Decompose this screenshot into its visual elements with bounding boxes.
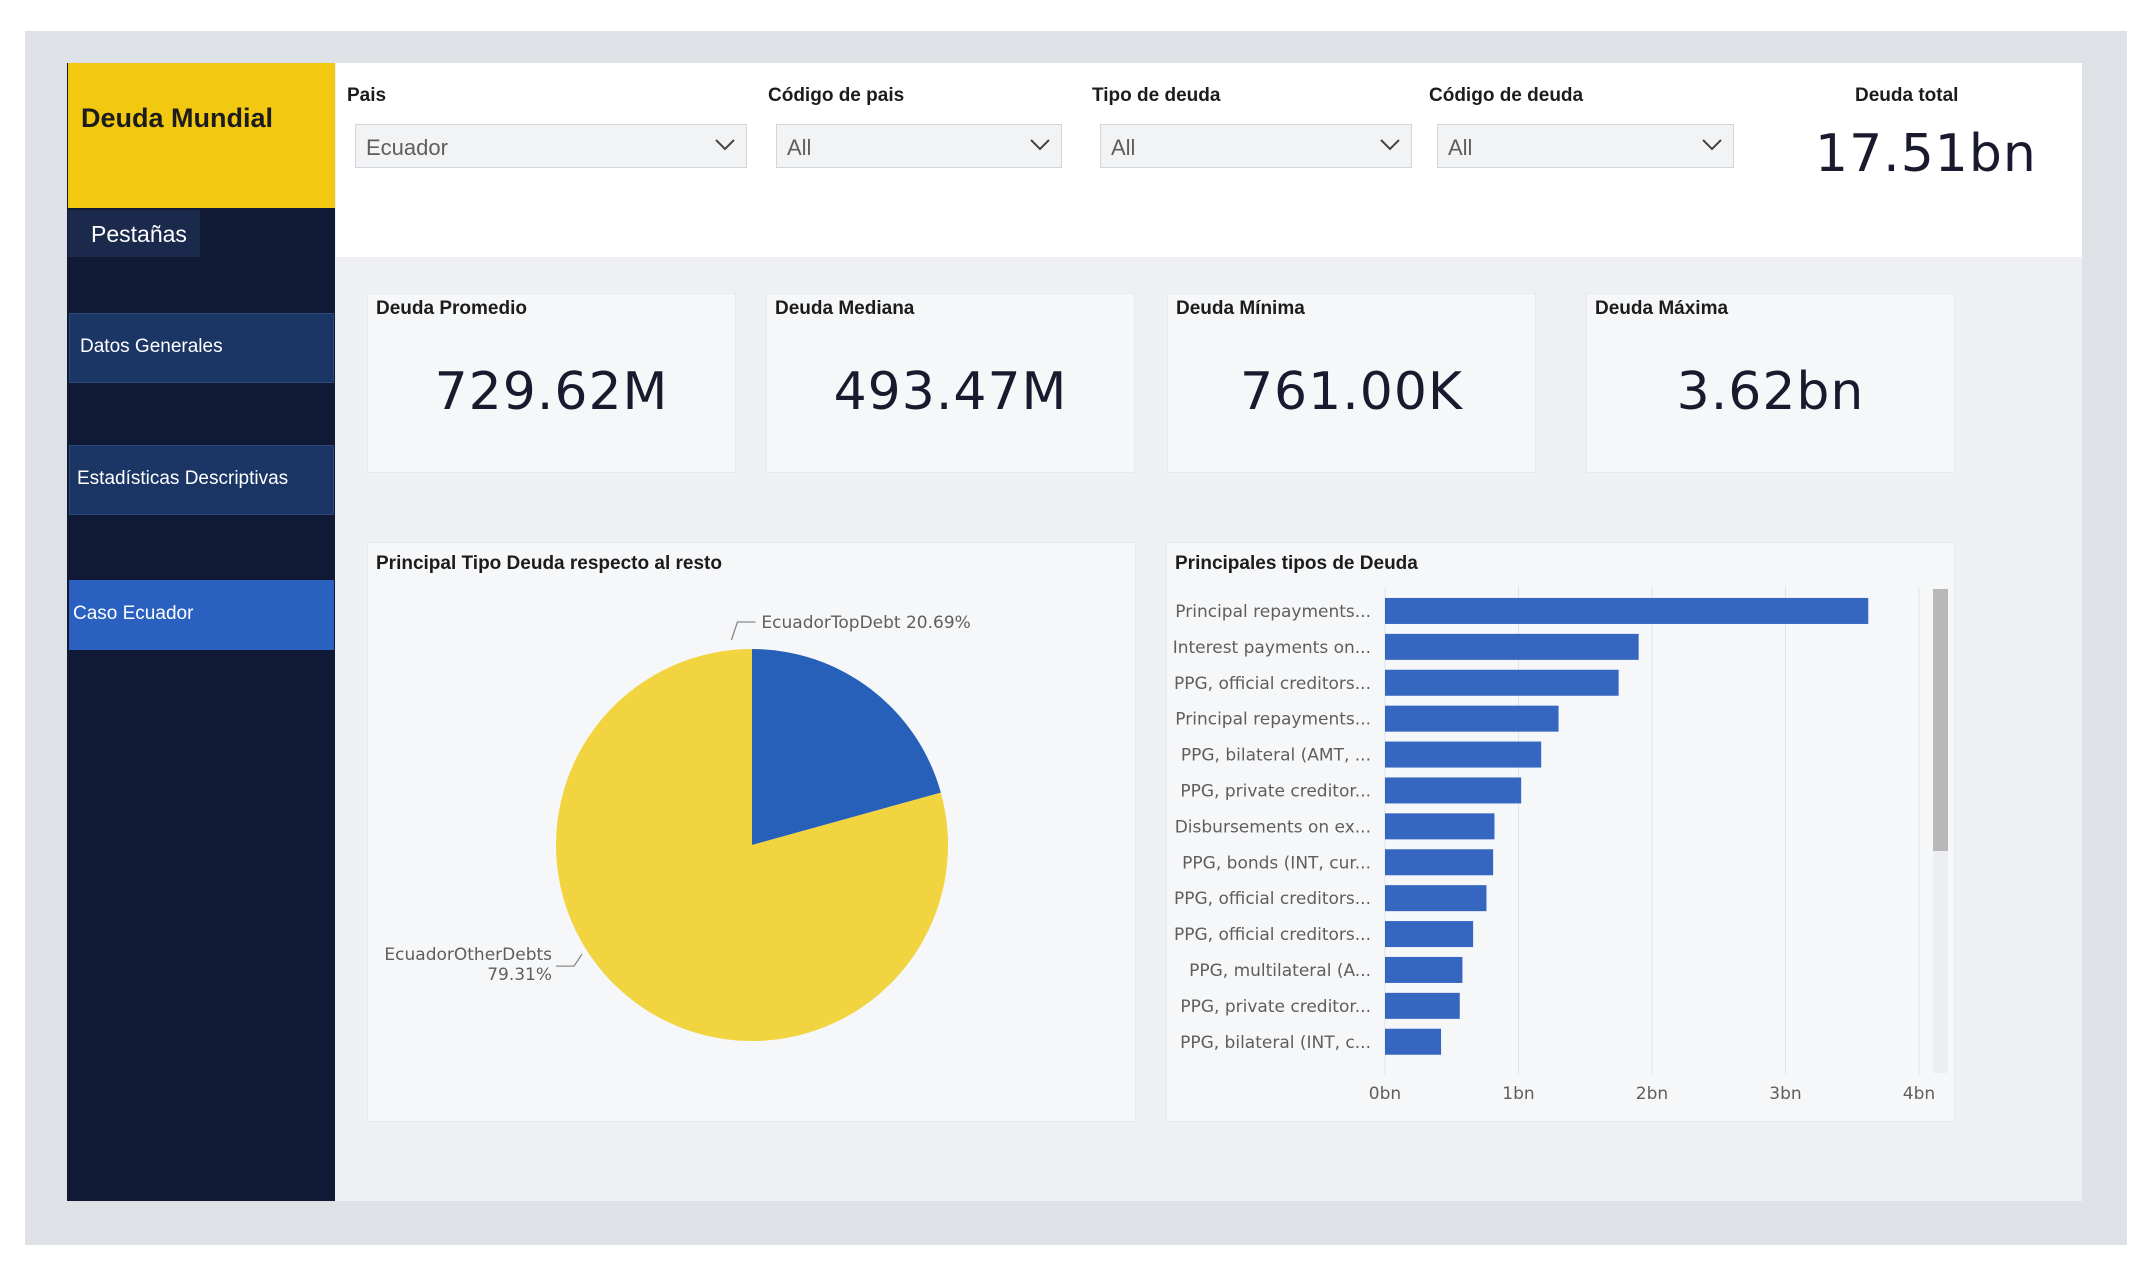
- kpi-value: 761.00K: [1239, 362, 1464, 422]
- pie-chart-panel: Principal Tipo Deuda respecto al resto E…: [367, 542, 1136, 1122]
- pais-dropdown[interactable]: Ecuador: [355, 124, 747, 168]
- kpi-title: Deuda Mínima: [1176, 298, 1305, 319]
- bar[interactable]: [1385, 956, 1463, 983]
- chevron-down-icon: [1702, 139, 1722, 151]
- filter-label-codigo-deuda: Código de deuda: [1429, 85, 1584, 106]
- tipo-deuda-dropdown[interactable]: All: [1100, 124, 1412, 168]
- app-title: Deuda Mundial: [81, 103, 274, 133]
- x-tick-label: 3bn: [1769, 1084, 1801, 1104]
- kpi-card-maxima: Deuda Máxima 3.62bn: [1586, 293, 1955, 473]
- kpi-value: 493.47M: [833, 362, 1068, 422]
- codigo-pais-dropdown-value: All: [787, 135, 812, 160]
- bar[interactable]: [1385, 885, 1487, 912]
- x-tick-label: 1bn: [1502, 1084, 1534, 1104]
- kpi-title: Deuda Promedio: [376, 298, 527, 319]
- nav-datos-generales-button[interactable]: Datos Generales: [69, 313, 334, 383]
- pais-dropdown-value: Ecuador: [366, 135, 448, 160]
- codigo-deuda-dropdown[interactable]: All: [1437, 124, 1734, 168]
- pie-chart: EcuadorTopDebt 20.69% EcuadorOtherDebts79…: [384, 613, 971, 1041]
- bar[interactable]: [1385, 849, 1494, 876]
- filter-label-tipo-deuda: Tipo de deuda: [1092, 85, 1221, 106]
- bar[interactable]: [1385, 705, 1559, 732]
- total-debt-value: 17.51bn: [1815, 124, 2037, 184]
- bar[interactable]: [1385, 633, 1639, 660]
- scrollbar-thumb[interactable]: [1933, 589, 1948, 851]
- x-tick-label: 0bn: [1369, 1084, 1401, 1104]
- y-category-label: Principal repayments...: [1175, 710, 1371, 730]
- bar[interactable]: [1385, 1028, 1442, 1055]
- brand-tile: [68, 63, 335, 208]
- kpi-value: 729.62M: [434, 362, 669, 422]
- tabs-label: Pestañas: [91, 221, 187, 247]
- total-debt-label: Deuda total: [1855, 85, 1959, 106]
- bar-chart-panel: Principales tipos de Deuda 0bn 1bn 2bn 3bn 4…: [1166, 542, 1955, 1122]
- nav-datos-generales-label: Datos Generales: [80, 336, 223, 357]
- y-category-label: PPG, bilateral (AMT, ...: [1181, 746, 1371, 766]
- filter-label-pais: Pais: [347, 85, 387, 106]
- kpi-card-mediana: Deuda Mediana 493.47M: [766, 293, 1135, 473]
- nav-caso-ecuador-label: Caso Ecuador: [73, 603, 194, 624]
- kpi-title: Deuda Mediana: [775, 298, 915, 319]
- chevron-down-icon: [1380, 139, 1400, 151]
- pie-data-label-name: EcuadorOtherDebts: [384, 945, 552, 965]
- bar[interactable]: [1385, 921, 1474, 948]
- bar[interactable]: [1385, 777, 1522, 804]
- bar[interactable]: [1385, 813, 1495, 840]
- kpi-value: 3.62bn: [1676, 362, 1865, 422]
- x-tick-label: 4bn: [1903, 1084, 1935, 1104]
- nav-estadisticas-descriptivas-button[interactable]: Estadísticas Descriptivas: [69, 445, 334, 515]
- y-category-label: PPG, bonds (INT, cur...: [1182, 853, 1371, 873]
- chevron-down-icon: [1030, 139, 1050, 151]
- chevron-down-icon: [715, 139, 735, 151]
- kpi-card-minima: Deuda Mínima 761.00K: [1167, 293, 1536, 473]
- pie-data-label: EcuadorTopDebt 20.69%: [761, 613, 970, 633]
- codigo-pais-dropdown[interactable]: All: [776, 124, 1062, 168]
- bar[interactable]: [1385, 992, 1460, 1019]
- y-category-label: PPG, official creditors...: [1174, 925, 1371, 945]
- bar[interactable]: [1385, 597, 1869, 624]
- y-category-label: PPG, official creditors...: [1174, 674, 1371, 694]
- kpi-title: Deuda Máxima: [1595, 298, 1729, 319]
- codigo-deuda-dropdown-value: All: [1448, 135, 1473, 160]
- pie-data-label-value: 79.31%: [487, 965, 552, 985]
- y-category-label: PPG, private creditor...: [1180, 997, 1371, 1017]
- pie-leader-line: [556, 953, 583, 967]
- bar[interactable]: [1385, 741, 1542, 768]
- filter-label-codigo-pais: Código de pais: [768, 85, 905, 106]
- bar-chart: 0bn 1bn 2bn 3bn 4bn Principal repayments... In…: [1173, 587, 1948, 1104]
- y-category-label: PPG, official creditors...: [1174, 889, 1371, 909]
- y-category-label: Interest payments on...: [1173, 638, 1371, 658]
- tipo-deuda-dropdown-value: All: [1111, 135, 1136, 160]
- kpi-card-promedio: Deuda Promedio 729.62M: [367, 293, 736, 473]
- y-category-label: PPG, private creditor...: [1180, 781, 1371, 801]
- nav-caso-ecuador-button[interactable]: Caso Ecuador: [69, 580, 334, 650]
- y-category-label: PPG, multilateral (A...: [1189, 961, 1371, 981]
- y-category-label: Principal repayments...: [1175, 602, 1371, 622]
- bar[interactable]: [1385, 669, 1619, 696]
- y-category-label: Disbursements on ex...: [1175, 817, 1371, 837]
- x-tick-label: 2bn: [1636, 1084, 1668, 1104]
- pie-leader-line: [730, 621, 756, 641]
- nav-estadisticas-descriptivas-label: Estadísticas Descriptivas: [77, 468, 289, 489]
- y-category-label: PPG, bilateral (INT, c...: [1180, 1033, 1371, 1053]
